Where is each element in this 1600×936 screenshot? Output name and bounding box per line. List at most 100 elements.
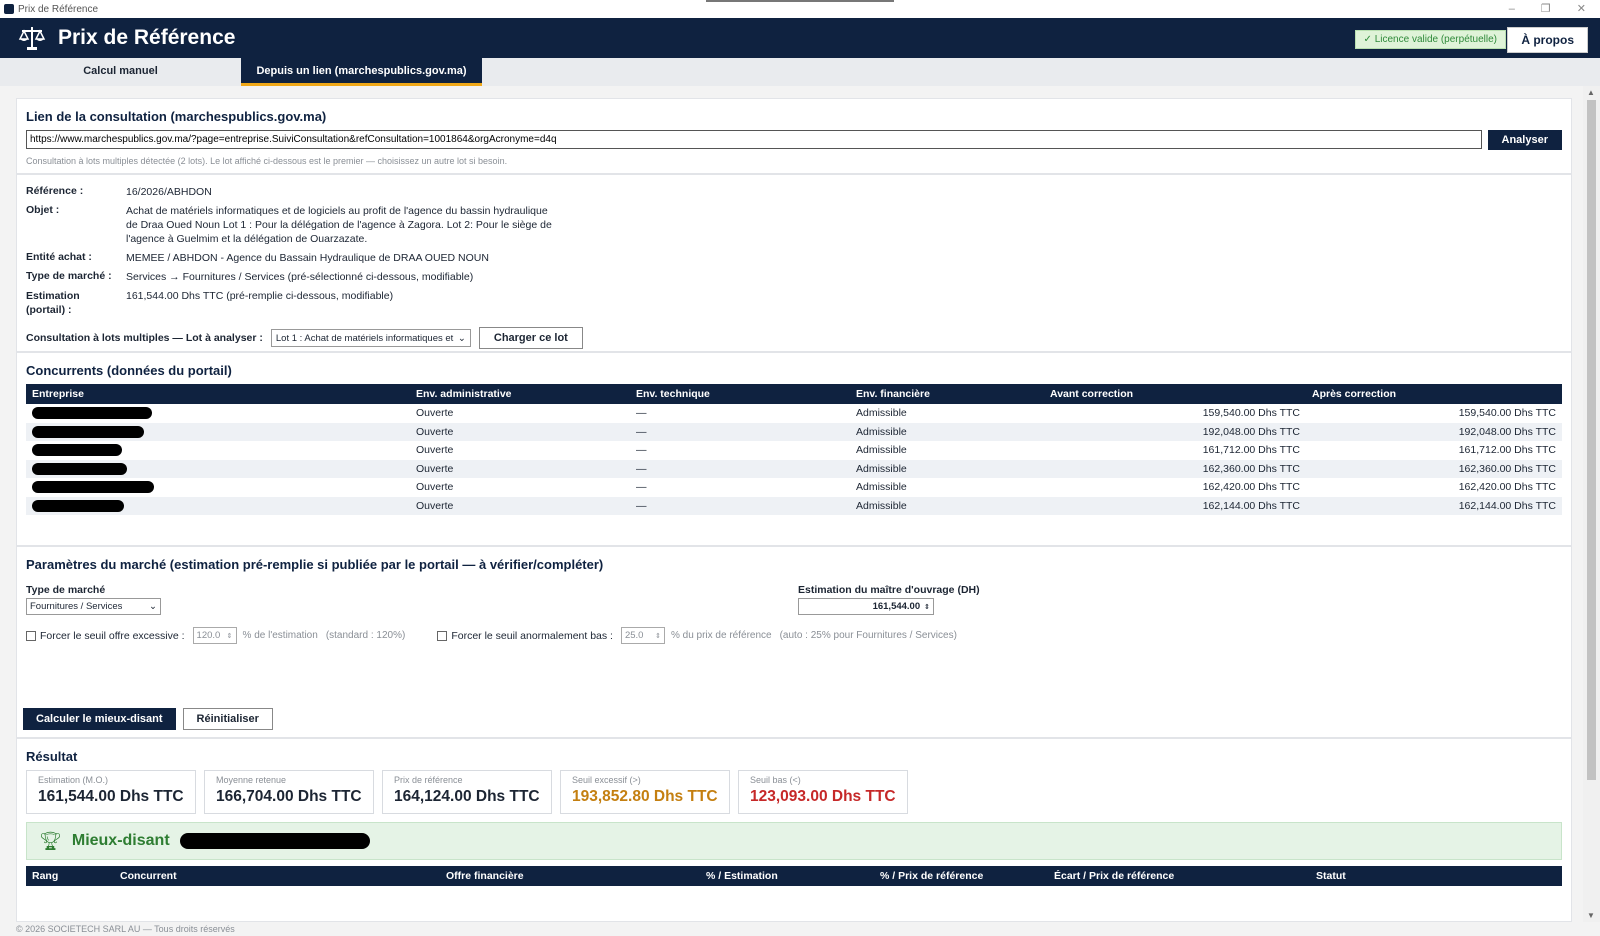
spinner-icon[interactable]: ⇕ xyxy=(655,632,661,640)
resultat-title: Résultat xyxy=(26,749,78,764)
card-label: Estimation (M.O.) xyxy=(38,775,109,785)
estimation-mo-input[interactable]: 161,544.00 ⇕ xyxy=(798,598,934,615)
col-entreprise[interactable]: Entreprise xyxy=(26,384,410,404)
lots-hint: Consultation à lots multiples détectée (… xyxy=(26,156,508,166)
app-title: Prix de Référence xyxy=(58,26,236,49)
type-marche-label: Type de marché xyxy=(26,584,106,596)
seuil-excessif-input[interactable]: 120.0 ⇕ xyxy=(192,627,237,644)
mieux-disant-banner: 🏆︎ Mieux-disant xyxy=(26,822,1562,860)
seuil-excessif-checkbox[interactable] xyxy=(26,630,36,641)
card-moyenne: Moyenne retenue 166,704.00 Dhs TTC xyxy=(204,770,374,814)
estimation-mo-value: 161,544.00 xyxy=(872,601,921,612)
analyser-button[interactable]: Analyser xyxy=(1487,130,1562,150)
cell-apres: 159,540.00 Dhs TTC xyxy=(1458,407,1556,420)
cell-tech: — xyxy=(630,496,850,515)
cell-apres: 162,144.00 Dhs TTC xyxy=(1306,496,1562,515)
cell-avant: 162,420.00 Dhs TTC xyxy=(1202,481,1300,494)
col-ecart[interactable]: Écart / Prix de référence xyxy=(1048,866,1310,886)
lot-select[interactable]: Lot 1 : Achat de matériels informatiques… xyxy=(270,329,471,347)
entite-label: Entité achat : xyxy=(26,251,92,263)
scroll-thumb[interactable] xyxy=(1587,100,1596,780)
mieux-disant-label: Mieux-disant xyxy=(71,832,170,849)
scroll-up-icon[interactable]: ▲ xyxy=(1587,88,1595,97)
cell-apres: 162,360.00 Dhs TTC xyxy=(1306,459,1562,478)
concurrents-table: Entreprise Env. administrative Env. tech… xyxy=(26,384,1562,515)
calculer-button[interactable]: Calculer le mieux-disant xyxy=(23,708,176,730)
col-env-fin[interactable]: Env. financière xyxy=(850,384,1044,404)
col-env-tech[interactable]: Env. technique xyxy=(630,384,850,404)
seuil-bas-note: (auto : 25% pour Fournitures / Services) xyxy=(779,630,957,641)
redacted-name xyxy=(26,441,410,460)
entite-value: MEMEE / ABHDON - Agence du Bassain Hydra… xyxy=(126,252,489,264)
table-row[interactable]: Ouverte — Admissible 159,540.00 Dhs TTC … xyxy=(26,404,1562,423)
table-row[interactable]: Ouverte — Admissible 192,048.00 Dhs TTC … xyxy=(26,422,1562,441)
cell-fin: Admissible xyxy=(856,444,907,457)
tab-depuis-lien[interactable]: Depuis un lien (marchespublics.gov.ma) xyxy=(241,58,482,86)
app-icon xyxy=(4,4,14,14)
redacted-winner xyxy=(179,833,370,849)
main-content: Lien de la consultation (marchespublics.… xyxy=(0,86,1583,922)
col-pct-estimation[interactable]: % / Estimation xyxy=(700,866,874,886)
card-value: 193,852.80 Dhs TTC xyxy=(572,788,718,805)
footer: © 2026 SOCIETECH SARL AU — Tous droits r… xyxy=(0,922,1600,936)
spinner-icon[interactable]: ⇕ xyxy=(924,603,930,611)
col-env-admin[interactable]: Env. administrative xyxy=(410,384,630,404)
chevron-down-icon: ⌄ xyxy=(149,601,157,612)
window-titlebar: Prix de Référence – ❐ ✕ xyxy=(0,0,1600,18)
seuil-bas-unit: % du prix de référence xyxy=(670,630,772,641)
col-offre[interactable]: Offre financière xyxy=(440,866,700,886)
col-apres[interactable]: Après correction xyxy=(1306,384,1562,404)
cell-fin: Admissible xyxy=(850,496,1044,515)
type-label: Type de marché : xyxy=(26,270,112,282)
redacted-name xyxy=(26,404,410,423)
col-pct-prix-ref[interactable]: % / Prix de référence xyxy=(874,866,1048,886)
charger-lot-button[interactable]: Charger ce lot xyxy=(478,327,583,349)
col-concurrent[interactable]: Concurrent xyxy=(114,866,440,886)
url-input[interactable] xyxy=(26,130,1482,149)
estimation-mo-label: Estimation du maître d'ouvrage (DH) xyxy=(798,584,980,596)
cell-admin: Ouverte xyxy=(410,422,630,441)
card-seuil-excessif: Seuil excessif (>) 193,852.80 Dhs TTC xyxy=(560,770,730,814)
seuil-bas-input[interactable]: 25.0 ⇕ xyxy=(620,627,665,644)
trophy-icon: 🏆︎ xyxy=(39,830,62,851)
col-statut[interactable]: Statut xyxy=(1310,866,1562,886)
link-section-title: Lien de la consultation (marchespublics.… xyxy=(26,109,327,124)
apropos-button[interactable]: À propos xyxy=(1507,27,1588,53)
details-panel: Référence : 16/2026/ABHDON Objet : Achat d… xyxy=(16,174,1572,352)
cell-avant: 162,360.00 Dhs TTC xyxy=(1044,459,1306,478)
maximize-icon[interactable]: ❐ xyxy=(1541,0,1551,18)
estimation-value: 161,544.00 Dhs TTC (pré-remplie ci-desso… xyxy=(126,290,394,302)
card-prix-reference: Prix de référence 164,124.00 Dhs TTC xyxy=(382,770,552,814)
type-marche-value: Fournitures / Services xyxy=(30,601,123,612)
reinitialiser-button[interactable]: Réinitialiser xyxy=(182,708,273,730)
scroll-down-icon[interactable]: ▼ xyxy=(1587,911,1595,920)
spinner-icon[interactable]: ⇕ xyxy=(227,632,233,640)
app-header: Prix de Référence ✓ Licence valide (perp… xyxy=(0,18,1600,58)
cell-fin: Admissible xyxy=(850,459,1044,478)
cell-tech: — xyxy=(636,481,647,494)
estimation-label: Estimation (portail) : xyxy=(26,290,80,316)
card-value: 164,124.00 Dhs TTC xyxy=(394,788,540,805)
link-panel: Lien de la consultation (marchespublics.… xyxy=(16,98,1572,174)
seuil-excessif-value: 120.0 xyxy=(196,630,221,641)
cell-avant: 192,048.00 Dhs TTC xyxy=(1044,422,1306,441)
redacted-name xyxy=(26,459,410,478)
table-row[interactable]: Ouverte — Admissible 162,420.00 Dhs TTC … xyxy=(26,478,1562,497)
table-row[interactable]: Ouverte — Admissible 161,712.00 Dhs TTC … xyxy=(26,441,1562,460)
vertical-scrollbar[interactable]: ▲ ▼ xyxy=(1583,86,1600,922)
close-icon[interactable]: ✕ xyxy=(1577,0,1586,18)
scale-icon xyxy=(18,27,46,50)
table-row[interactable]: Ouverte — Admissible 162,144.00 Dhs TTC … xyxy=(26,496,1562,515)
col-rang[interactable]: Rang xyxy=(26,866,114,886)
seuil-bas-checkbox[interactable] xyxy=(437,630,448,641)
minimize-icon[interactable]: – xyxy=(1509,0,1515,18)
card-value: 161,544.00 Dhs TTC xyxy=(38,788,184,805)
col-avant[interactable]: Avant correction xyxy=(1044,384,1306,404)
concurrents-panel: Concurrents (données du portail) Entrepr… xyxy=(16,352,1572,546)
card-value: 166,704.00 Dhs TTC xyxy=(216,788,362,805)
seuil-excessif-note: (standard : 120%) xyxy=(325,630,406,641)
type-marche-select[interactable]: Fournitures / Services ⌄ xyxy=(26,598,161,615)
tab-calcul-manuel[interactable]: Calcul manuel xyxy=(0,58,241,86)
parametres-title: Paramètres du marché (estimation pré-rem… xyxy=(26,557,604,572)
table-row[interactable]: Ouverte — Admissible 162,360.00 Dhs TTC … xyxy=(26,459,1562,478)
